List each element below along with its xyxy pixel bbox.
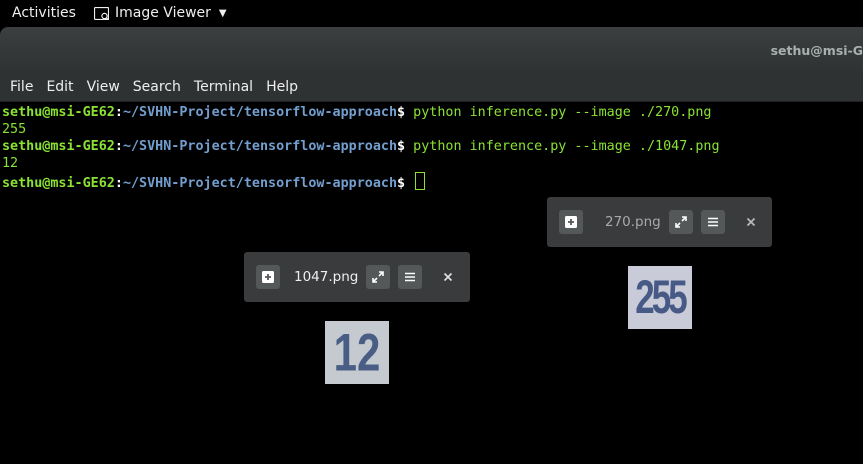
fullscreen-button[interactable] [668, 210, 693, 234]
viewer-filename: 1047.png [294, 269, 359, 285]
terminal-output: 12 [2, 156, 19, 171]
fullscreen-button[interactable] [366, 265, 391, 289]
svhn-image-1047: 12 [325, 321, 389, 384]
menu-edit[interactable]: Edit [46, 79, 73, 95]
image-digits: 255 [635, 270, 687, 324]
terminal-cursor [415, 172, 426, 190]
viewer-toolbar-270: 270.png [547, 197, 772, 247]
hamburger-icon [405, 272, 416, 282]
svhn-image-270: 255 [628, 266, 692, 329]
close-icon [444, 272, 453, 282]
close-icon [746, 217, 755, 227]
menu-file[interactable]: File [10, 79, 33, 95]
activities-button[interactable]: Activities [12, 5, 76, 21]
terminal-line: sethu@msi-GE62:~/SVHN-Project/tensorflow… [2, 105, 712, 120]
terminal-line: sethu@msi-GE62:~/SVHN-Project/tensorflow… [2, 139, 720, 154]
expand-icon [674, 216, 687, 228]
terminal-menubar: File Edit View Search Terminal Help [0, 73, 863, 102]
gnome-top-bar: Activities Image Viewer ▼ [0, 0, 863, 27]
plus-icon [262, 271, 274, 283]
window-title: sethu@msi-G [770, 43, 863, 58]
menu-button[interactable] [700, 210, 725, 234]
image-digits: 12 [333, 322, 381, 382]
hamburger-icon [707, 217, 718, 227]
app-menu-label: Image Viewer [115, 5, 211, 21]
plus-icon [565, 216, 577, 228]
close-button[interactable] [739, 210, 763, 234]
image-viewer-icon [94, 6, 109, 20]
menu-terminal[interactable]: Terminal [194, 79, 253, 95]
app-menu[interactable]: Image Viewer ▼ [94, 5, 227, 21]
viewer-toolbar-1047: 1047.png [244, 252, 470, 302]
close-button[interactable] [436, 265, 460, 289]
add-button[interactable] [559, 210, 583, 234]
menu-view[interactable]: View [87, 79, 120, 95]
menu-search[interactable]: Search [133, 79, 181, 95]
viewer-filename: 270.png [605, 214, 661, 230]
menu-help[interactable]: Help [266, 79, 298, 95]
expand-icon [372, 271, 385, 283]
add-button[interactable] [256, 265, 280, 289]
terminal-line: sethu@msi-GE62:~/SVHN-Project/tensorflow… [2, 172, 426, 191]
chevron-down-icon: ▼ [218, 7, 227, 19]
menu-button[interactable] [398, 265, 423, 289]
terminal-output: 255 [2, 122, 27, 137]
terminal-titlebar[interactable]: sethu@msi-G [0, 27, 863, 73]
